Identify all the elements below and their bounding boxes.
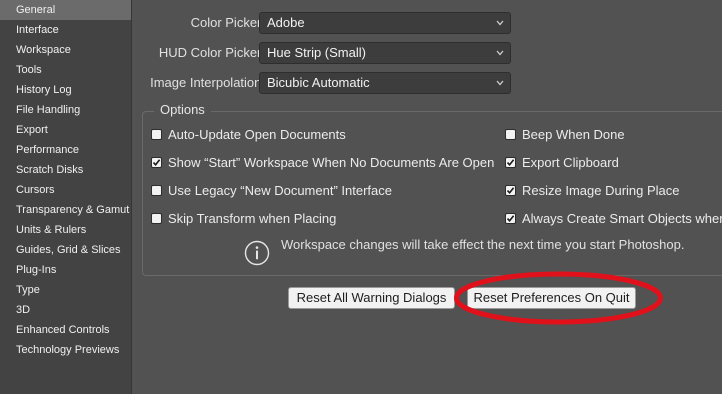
checkmark-icon: [506, 159, 515, 167]
chevron-down-icon: [496, 50, 504, 56]
general-preferences-panel: Color Picker: Adobe HUD Color Picker: Hu…: [133, 0, 722, 394]
checkbox[interactable]: [151, 185, 162, 196]
sidebar-nav: General Interface Workspace Tools Histor…: [0, 0, 132, 394]
hud-color-picker-row: HUD Color Picker: Hue Strip (Small): [133, 42, 533, 64]
checkbox[interactable]: [505, 129, 516, 140]
color-picker-select[interactable]: Adobe: [259, 12, 511, 34]
sidebar-item-type[interactable]: Type: [0, 280, 131, 300]
sidebar-item-units-rulers[interactable]: Units & Rulers: [0, 220, 131, 240]
info-message: Workspace changes will take effect the n…: [281, 237, 685, 252]
option-label: Show “Start” Workspace When No Documents…: [168, 155, 495, 170]
hud-color-picker-select[interactable]: Hue Strip (Small): [259, 42, 511, 64]
sidebar-item-file-handling[interactable]: File Handling: [0, 100, 131, 120]
option-label: Skip Transform when Placing: [168, 211, 337, 226]
option-label: Export Clipboard: [522, 155, 619, 170]
checkmark-icon: [506, 215, 515, 223]
sidebar-item-performance[interactable]: Performance: [0, 140, 131, 160]
sidebar-item-enhanced-controls[interactable]: Enhanced Controls: [0, 320, 131, 340]
sidebar-item-tools[interactable]: Tools: [0, 60, 131, 80]
reset-all-warning-dialogs-button[interactable]: Reset All Warning Dialogs: [288, 287, 455, 309]
sidebar-item-scratch-disks[interactable]: Scratch Disks: [0, 160, 131, 180]
sidebar-item-cursors[interactable]: Cursors: [0, 180, 131, 200]
sidebar-item-guides-grid-slices[interactable]: Guides, Grid & Slices: [0, 240, 131, 260]
hud-color-picker-value: Hue Strip (Small): [267, 45, 366, 60]
sidebar-item-export[interactable]: Export: [0, 120, 131, 140]
chevron-down-icon: [496, 20, 504, 26]
sidebar-item-3d[interactable]: 3D: [0, 300, 131, 320]
image-interpolation-select[interactable]: Bicubic Automatic: [259, 72, 511, 94]
option-label: Use Legacy “New Document” Interface: [168, 183, 392, 198]
sidebar-item-workspace[interactable]: Workspace: [0, 40, 131, 60]
checkbox-checked[interactable]: [505, 213, 516, 224]
sidebar-item-technology-previews[interactable]: Technology Previews: [0, 340, 131, 360]
checkbox[interactable]: [151, 213, 162, 224]
checkbox-checked[interactable]: [505, 185, 516, 196]
info-icon: [244, 240, 270, 266]
sidebar-item-general[interactable]: General: [0, 0, 131, 20]
sidebar-item-plug-ins[interactable]: Plug-Ins: [0, 260, 131, 280]
image-interpolation-value: Bicubic Automatic: [267, 75, 370, 90]
checkbox[interactable]: [151, 129, 162, 140]
checkmark-icon: [506, 187, 515, 195]
sidebar-item-transparency-gamut[interactable]: Transparency & Gamut: [0, 200, 131, 220]
image-interpolation-label: Image Interpolation:: [150, 75, 265, 90]
option-label: Auto-Update Open Documents: [168, 127, 346, 142]
checkbox-checked[interactable]: [151, 157, 162, 168]
color-picker-label: Color Picker:: [190, 15, 265, 30]
reset-preferences-on-quit-button[interactable]: Reset Preferences On Quit: [467, 287, 636, 309]
chevron-down-icon: [496, 80, 504, 86]
checkmark-icon: [152, 159, 161, 167]
checkbox-checked[interactable]: [505, 157, 516, 168]
sidebar-item-history-log[interactable]: History Log: [0, 80, 131, 100]
option-label: Resize Image During Place: [522, 183, 680, 198]
options-title: Options: [154, 102, 211, 118]
option-label: Always Create Smart Objects when: [522, 211, 722, 226]
option-label: Beep When Done: [522, 127, 625, 142]
color-picker-row: Color Picker: Adobe: [133, 12, 533, 34]
image-interpolation-row: Image Interpolation: Bicubic Automatic: [133, 72, 533, 94]
sidebar-item-interface[interactable]: Interface: [0, 20, 131, 40]
color-picker-value: Adobe: [267, 15, 305, 30]
hud-color-picker-label: HUD Color Picker:: [158, 45, 265, 60]
